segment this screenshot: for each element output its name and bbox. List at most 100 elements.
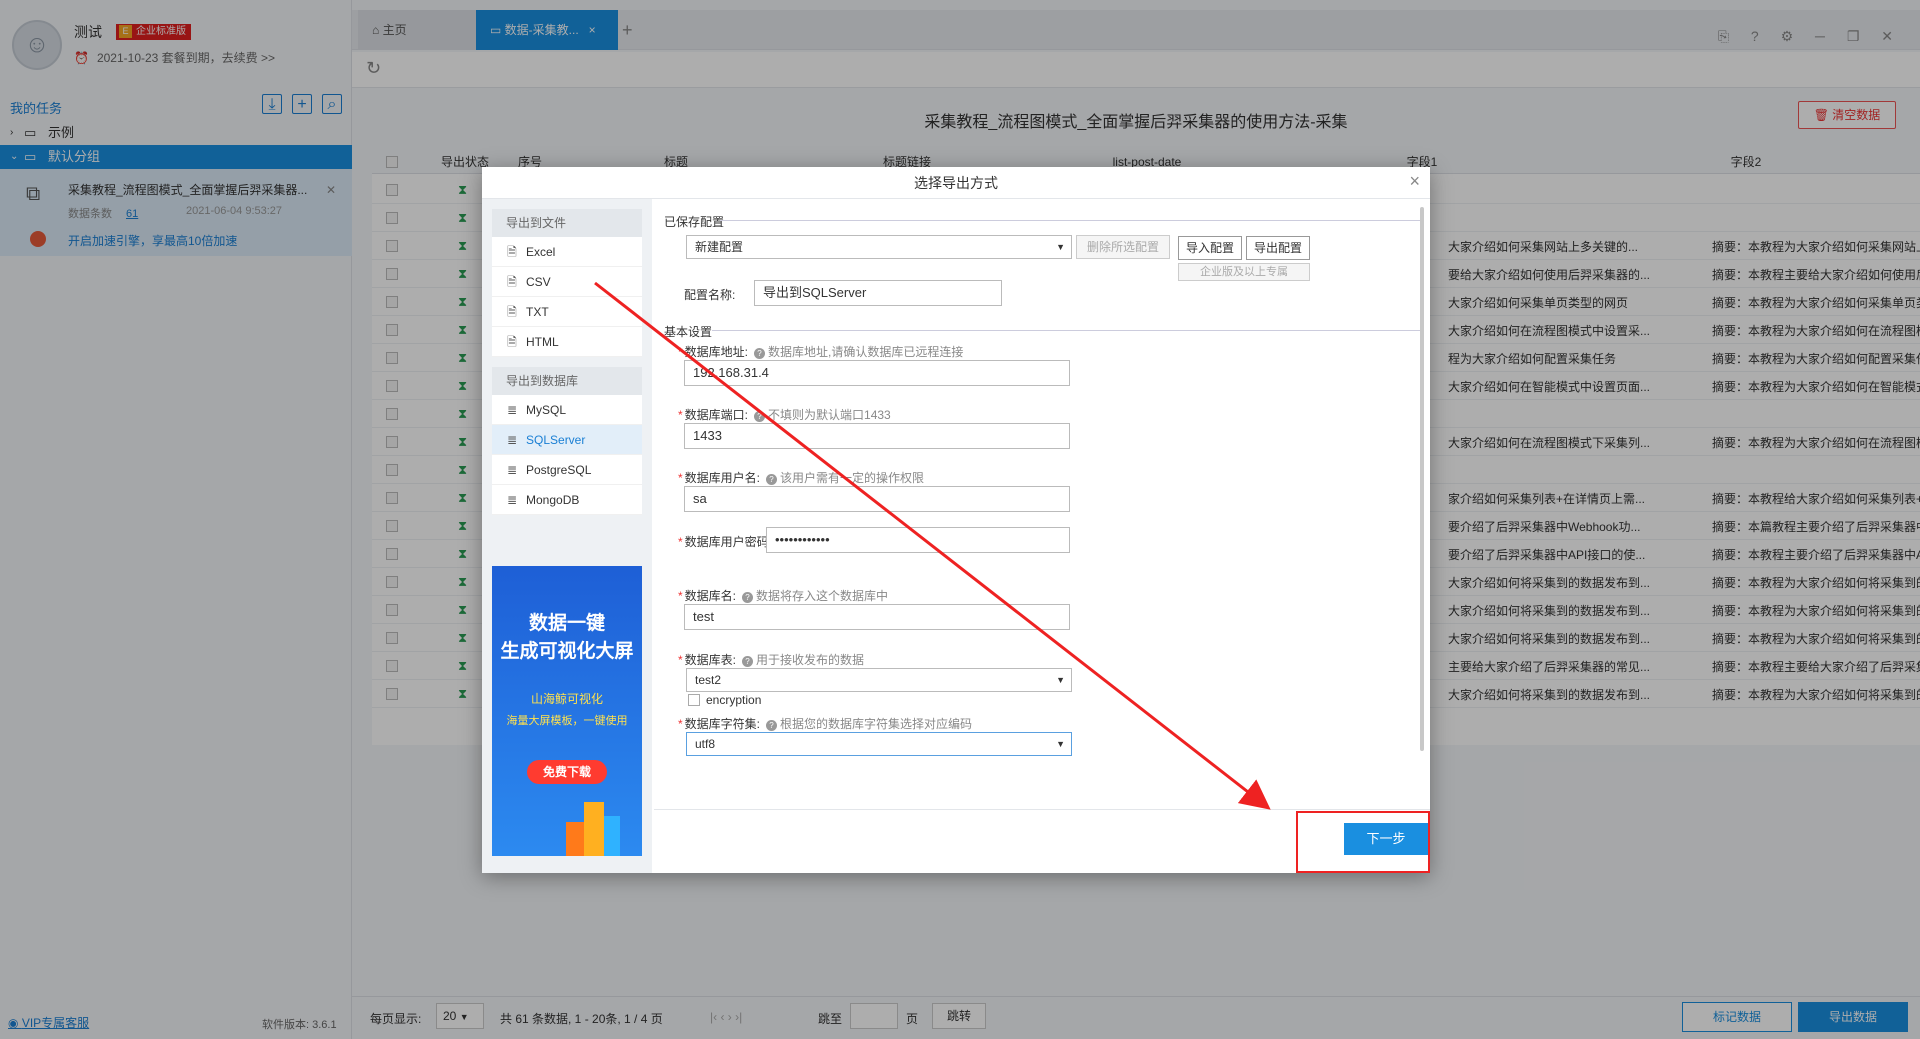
banner-line3: 山海鲸可视化	[530, 692, 603, 706]
info-icon: ?	[742, 592, 754, 603]
export-csv[interactable]: 🗎 CSV	[492, 267, 642, 297]
field-hint: ? 该用户需有一定的操作权限	[766, 471, 924, 485]
field-label-text: 数据库地址:	[684, 345, 749, 359]
select-value: test2	[695, 673, 722, 687]
chevron-down-icon: ▼	[1056, 242, 1065, 252]
db-username-label: * 数据库用户名:? 该用户需有一定的操作权限	[678, 469, 924, 486]
section-export-db: 导出到数据库	[492, 367, 642, 395]
field-hint: ? 数据库地址,请确认数据库已远程连接	[754, 345, 963, 359]
info-icon: ?	[754, 348, 766, 359]
export-option-label: SQLServer	[526, 433, 586, 447]
field-label-text: 数据库字符集:	[684, 717, 761, 731]
info-icon: ?	[766, 474, 778, 485]
export-option-label: PostgreSQL	[526, 463, 592, 477]
form-scrollbar[interactable]	[1420, 207, 1424, 751]
db-name-input[interactable]: test	[684, 604, 1070, 630]
dialog-title: 选择导出方式	[482, 167, 1430, 199]
db-password-input[interactable]: ••••••••••••	[766, 527, 1070, 553]
highlight-box	[1296, 811, 1430, 873]
database-icon: ≣	[506, 493, 518, 507]
promo-banner[interactable]: 数据一键 生成可视化大屏 山海鲸可视化 海量大屏模板，一键使用 免费下载	[492, 566, 642, 856]
field-label-text: 数据库名:	[684, 589, 737, 603]
field-hint: ? 不填则为默认端口1433	[754, 408, 891, 422]
db-username-input[interactable]: sa	[684, 486, 1070, 512]
enterprise-only-note: 企业版及以上专属	[1178, 263, 1310, 281]
database-icon: ≣	[506, 403, 518, 417]
info-icon: ?	[766, 720, 778, 731]
encryption-checkbox[interactable]	[688, 694, 700, 706]
field-hint-text: 该用户需有一定的操作权限	[780, 471, 925, 485]
db-table-input[interactable]: test2 ▼	[686, 668, 1072, 692]
export-option-label: Excel	[526, 245, 556, 259]
field-hint-text: 用于接收发布的数据	[756, 653, 865, 667]
export-type-panel: 导出到文件 🗎 Excel 🗎 CSV 🗎 TXT 🗎 HTML 导出到数据库 ≣ MyS…	[482, 199, 652, 873]
saved-config-header: 已保存配置	[664, 215, 725, 229]
chart-bar-graphic	[584, 802, 604, 856]
saved-config-select[interactable]: 新建配置 ▼	[686, 235, 1072, 259]
db-charset-input[interactable]: utf8 ▼	[686, 732, 1072, 756]
encryption-option[interactable]: encryption	[688, 693, 761, 707]
delete-config-button[interactable]: 删除所选配置	[1076, 235, 1170, 259]
import-config-button[interactable]: 导入配置	[1178, 236, 1242, 260]
field-hint: ? 数据将存入这个数据库中	[742, 589, 888, 603]
field-label-text: 数据库用户密码:	[684, 535, 773, 549]
db-password-label: * 数据库用户密码:	[678, 533, 772, 550]
db-port-input[interactable]: 1433	[684, 423, 1070, 449]
db-table-label: * 数据库表:? 用于接收发布的数据	[678, 651, 864, 668]
chevron-down-icon: ▼	[1056, 739, 1065, 749]
saved-config-value: 新建配置	[695, 240, 744, 254]
field-label-text: 数据库用户名:	[684, 471, 761, 485]
banner-line2: 生成可视化大屏	[500, 641, 634, 662]
export-option-label: HTML	[526, 335, 559, 349]
free-download-button[interactable]: 免费下载	[527, 760, 607, 784]
db-charset-label: * 数据库字符集:? 根据您的数据库字符集选择对应编码	[678, 715, 972, 732]
field-hint: ? 用于接收发布的数据	[742, 653, 864, 667]
file-icon: 🗎	[507, 335, 517, 349]
db-address-label: * 数据库地址:? 数据库地址,请确认数据库已远程连接	[678, 343, 963, 360]
field-hint-text: 不填则为默认端口1433	[768, 408, 891, 422]
file-icon: 🗎	[507, 275, 517, 289]
info-icon: ?	[754, 411, 766, 422]
export-option-label: MySQL	[526, 403, 567, 417]
field-label-text: 数据库端口:	[684, 408, 749, 422]
export-config-button[interactable]: 导出配置	[1246, 236, 1310, 260]
export-option-label: TXT	[526, 305, 549, 319]
db-name-label: * 数据库名:? 数据将存入这个数据库中	[678, 587, 888, 604]
required-marker: *	[678, 471, 683, 485]
field-hint: ? 根据您的数据库字符集选择对应编码	[766, 717, 972, 731]
export-option-label: MongoDB	[526, 493, 580, 507]
field-hint-text: 数据库地址,请确认数据库已远程连接	[768, 345, 964, 359]
export-dialog: 选择导出方式 × 导出到文件 🗎 Excel 🗎 CSV 🗎 TXT 🗎 HTML 导出…	[482, 167, 1430, 873]
file-icon: 🗎	[507, 245, 517, 259]
required-marker: *	[678, 345, 683, 359]
export-mongodb[interactable]: ≣ MongoDB	[492, 485, 642, 515]
export-excel[interactable]: 🗎 Excel	[492, 237, 642, 267]
export-html[interactable]: 🗎 HTML	[492, 327, 642, 357]
required-marker: *	[678, 653, 683, 667]
chevron-down-icon: ▼	[1056, 675, 1065, 685]
divider	[712, 330, 1420, 331]
select-value: utf8	[695, 737, 716, 751]
config-name-input[interactable]: 导出到SQLServer	[754, 280, 1002, 306]
database-icon: ≣	[506, 463, 518, 477]
export-option-label: CSV	[526, 275, 551, 289]
divider	[720, 220, 1420, 221]
required-marker: *	[678, 535, 683, 549]
export-postgresql[interactable]: ≣ PostgreSQL	[492, 455, 642, 485]
export-mysql[interactable]: ≣ MySQL	[492, 395, 642, 425]
file-icon: 🗎	[507, 305, 517, 319]
field-hint-text: 数据将存入这个数据库中	[756, 589, 889, 603]
required-marker: *	[678, 589, 683, 603]
export-form: 已保存配置 新建配置 ▼ 删除所选配置 导入配置 导出配置 企业版及以上专属 配置…	[654, 199, 1430, 809]
field-hint-text: 根据您的数据库字符集选择对应编码	[780, 717, 973, 731]
db-address-input[interactable]: 192.168.31.4	[684, 360, 1070, 386]
config-name-label: 配置名称:	[684, 288, 736, 302]
required-marker: *	[678, 717, 683, 731]
info-icon: ?	[742, 656, 754, 667]
close-icon[interactable]: ×	[1409, 171, 1420, 192]
export-txt[interactable]: 🗎 TXT	[492, 297, 642, 327]
required-marker: *	[678, 408, 683, 422]
export-sqlserver[interactable]: ≣ SQLServer	[492, 425, 642, 455]
basic-settings-header: 基本设置	[664, 325, 713, 339]
chart-bar-graphic	[566, 822, 584, 856]
